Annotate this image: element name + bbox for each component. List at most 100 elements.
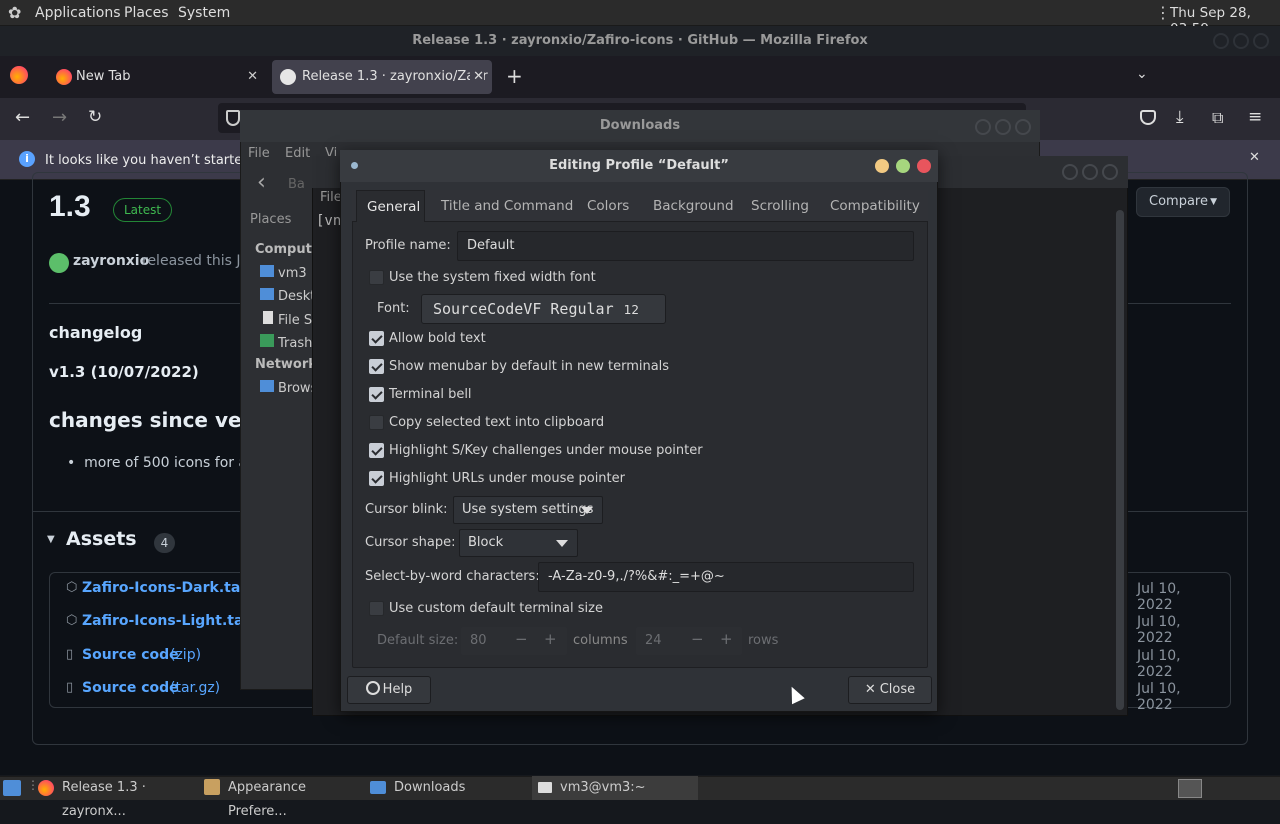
system-font-label[interactable]: Use the system fixed width font — [389, 269, 596, 287]
font-picker-button[interactable]: SourceCodeVF Regular 12 — [421, 294, 666, 324]
cursor-blink-dropdown[interactable]: Use system settings — [453, 496, 603, 524]
sticky-dot-icon[interactable] — [351, 162, 358, 169]
fm-maximize-button[interactable] — [995, 119, 1011, 135]
asset-name[interactable]: Source code — [82, 680, 179, 696]
kebab-icon[interactable]: ⋮ — [1155, 3, 1171, 22]
firefox-view-icon[interactable] — [10, 66, 28, 84]
highlight-urls-label[interactable]: Highlight URLs under mouse pointer — [389, 470, 625, 488]
fm-back-icon[interactable]: ‹ — [257, 170, 266, 195]
tab-scrolling[interactable]: Scrolling — [743, 190, 817, 222]
taskbar-item-terminal[interactable]: vm3@vm3:~ — [532, 776, 698, 800]
reload-icon[interactable]: ↻ — [88, 107, 102, 127]
close-tab-icon[interactable]: ✕ — [470, 60, 484, 94]
dialog-minimize-button[interactable] — [875, 159, 889, 173]
term-close-button[interactable] — [1102, 164, 1118, 180]
compare-button[interactable]: Compare ▼ — [1136, 187, 1230, 217]
taskbar-item-downloads[interactable]: Downloads — [370, 776, 530, 800]
tab-new-tab[interactable]: New Tab ✕ — [44, 60, 266, 94]
rows-minus-icon[interactable]: − — [691, 630, 704, 648]
taskbar-item-appearance[interactable]: Appearance Prefere... — [204, 776, 364, 819]
rows-plus-icon[interactable]: + — [720, 630, 733, 648]
asset-name[interactable]: Source code — [82, 647, 179, 663]
workspace-switcher[interactable] — [1178, 779, 1202, 798]
tab-title-and-command[interactable]: Title and Command — [433, 190, 581, 222]
show-menubar-label[interactable]: Show menubar by default in new terminals — [389, 358, 669, 376]
dialog-close-button[interactable] — [917, 159, 931, 173]
download-icon[interactable]: ⤓ — [1176, 107, 1184, 127]
tab-general[interactable]: General — [356, 190, 425, 222]
allow-bold-checkbox[interactable] — [369, 331, 384, 346]
columns-plus-icon[interactable]: + — [544, 630, 557, 648]
highlight-urls-checkbox[interactable] — [369, 471, 384, 486]
author-link[interactable]: zayronxio — [73, 253, 149, 269]
sidebar-item-browse[interactable]: Brows — [260, 380, 317, 396]
copy-clipboard-label[interactable]: Copy selected text into clipboard — [389, 414, 604, 432]
taskbar-item-firefox[interactable]: Release 1.3 · zayronx... — [38, 776, 198, 819]
profile-name-field[interactable]: Default — [457, 231, 914, 261]
terminal-menu-file[interactable]: File — [320, 190, 342, 205]
terminal-prompt: [vn — [316, 213, 342, 229]
close-tab-icon[interactable]: ✕ — [247, 60, 258, 94]
forward-arrow-icon[interactable]: → — [52, 107, 67, 128]
term-maximize-button[interactable] — [1082, 164, 1098, 180]
back-arrow-icon[interactable]: ← — [15, 107, 30, 128]
system-font-checkbox[interactable] — [369, 270, 384, 285]
highlight-skey-checkbox[interactable] — [369, 443, 384, 458]
assets-toggle-icon[interactable]: ▼ — [47, 534, 55, 545]
fm-minimize-button[interactable] — [975, 119, 991, 135]
custom-size-label[interactable]: Use custom default terminal size — [389, 600, 603, 618]
tab-compatibility[interactable]: Compatibility — [822, 190, 928, 222]
allow-bold-label[interactable]: Allow bold text — [389, 330, 486, 348]
copy-clipboard-checkbox[interactable] — [369, 415, 384, 430]
highlight-skey-label[interactable]: Highlight S/Key challenges under mouse p… — [389, 442, 703, 460]
dialog-title: Editing Profile “Default” — [340, 150, 938, 182]
show-menubar-checkbox[interactable] — [369, 359, 384, 374]
hamburger-menu-icon[interactable]: ≡ — [1248, 107, 1262, 127]
menu-system[interactable]: System — [170, 0, 238, 26]
gnome-foot-icon[interactable]: ✿ — [8, 3, 28, 23]
columns-spinner[interactable]: 80 − + — [461, 627, 567, 655]
sidebar-item-vm3[interactable]: vm3 — [260, 265, 307, 281]
cursor-shape-dropdown[interactable]: Block — [459, 529, 578, 557]
terminal-bell-checkbox[interactable] — [369, 387, 384, 402]
close-notification-icon[interactable]: ✕ — [1249, 150, 1260, 165]
help-button[interactable]: Help — [347, 676, 431, 704]
menu-applications[interactable]: Applications — [27, 0, 129, 26]
sidebar-item-desktop[interactable]: Deskt — [260, 288, 315, 304]
version-heading: v1.3 (10/07/2022) — [49, 363, 199, 381]
columns-minus-icon[interactable]: − — [515, 630, 528, 648]
sidebar-item-filesystem[interactable]: File Sy — [260, 311, 320, 328]
dialog-maximize-button[interactable] — [896, 159, 910, 173]
trash-icon — [260, 334, 274, 347]
custom-size-checkbox[interactable] — [369, 601, 384, 616]
close-window-button[interactable] — [1253, 33, 1269, 49]
terminal-scrollbar[interactable] — [1116, 210, 1124, 710]
rows-spinner[interactable]: 24 − + — [636, 627, 742, 655]
close-button[interactable]: ✕ Close — [848, 676, 932, 704]
tab-release[interactable]: Release 1.3 · zayronxio/Zafir ✕ — [272, 60, 492, 94]
tab-colors[interactable]: Colors — [579, 190, 637, 222]
fm-back-label[interactable]: Ba — [288, 177, 305, 192]
tab-background[interactable]: Background — [645, 190, 742, 222]
bullet-item: • more of 500 icons for a — [67, 455, 248, 471]
fm-menu-file[interactable]: File — [248, 146, 270, 161]
fm-close-button[interactable] — [1015, 119, 1031, 135]
sidebar-item-trash[interactable]: Trash — [260, 334, 312, 351]
fm-places-label[interactable]: Places — [250, 212, 291, 227]
minimize-button[interactable] — [1213, 33, 1229, 49]
extensions-icon[interactable]: ⧉ — [1212, 108, 1223, 128]
new-tab-plus-icon[interactable]: + — [506, 64, 523, 88]
show-desktop-icon[interactable] — [3, 780, 21, 796]
menu-places[interactable]: Places — [116, 0, 177, 26]
word-chars-field[interactable]: -A-Za-z0-9,./?%&#:_=+@~ — [538, 562, 914, 592]
latest-badge: Latest — [113, 198, 173, 222]
terminal-bell-label[interactable]: Terminal bell — [389, 386, 472, 404]
shield-icon[interactable] — [226, 110, 240, 126]
assets-heading[interactable]: Assets — [66, 528, 137, 550]
list-tabs-chevron-icon[interactable]: ⌄ — [1136, 66, 1148, 82]
term-minimize-button[interactable] — [1062, 164, 1078, 180]
fm-menu-edit[interactable]: Edit — [285, 146, 310, 161]
avatar[interactable] — [49, 253, 69, 273]
maximize-button[interactable] — [1233, 33, 1249, 49]
profile-name-label: Profile name: — [365, 238, 451, 253]
